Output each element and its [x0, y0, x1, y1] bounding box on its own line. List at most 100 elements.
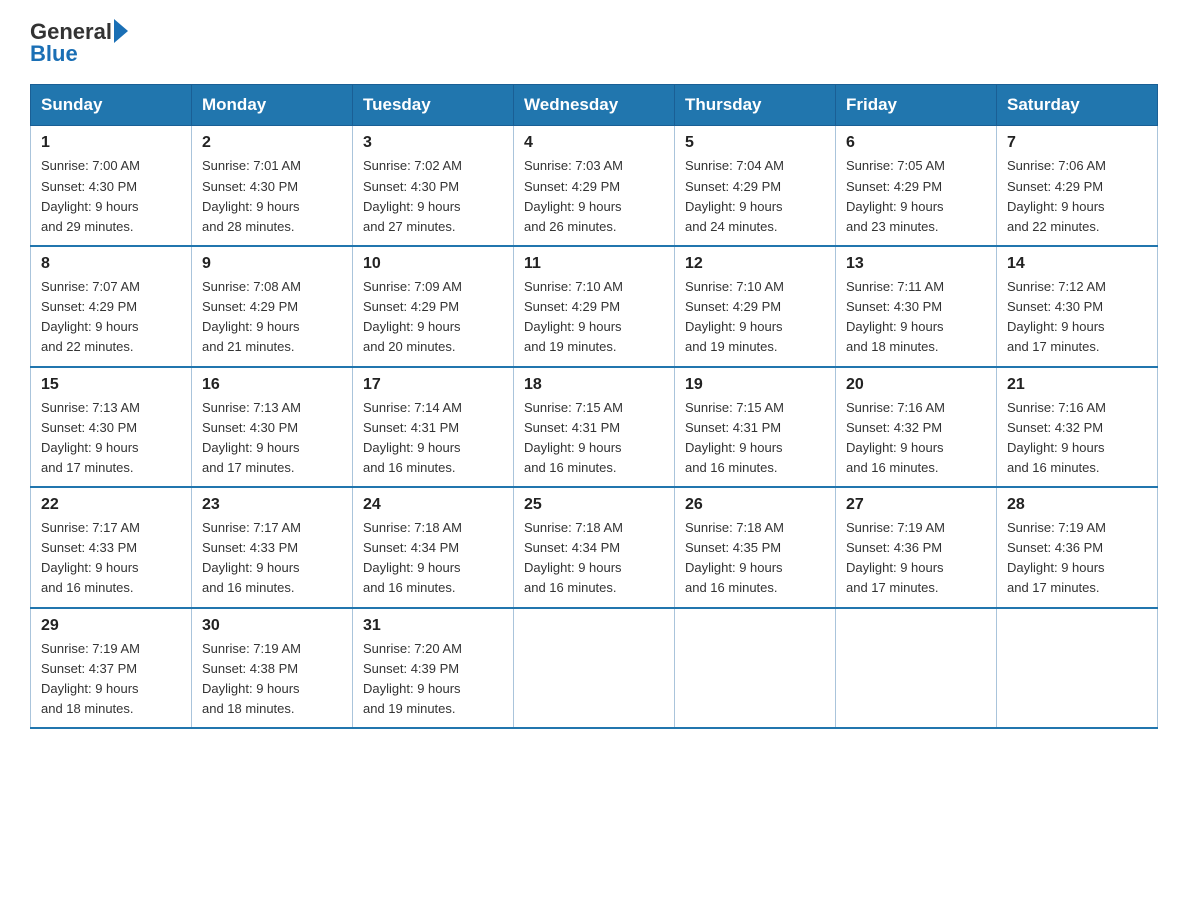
day-number: 19 [685, 376, 825, 394]
day-number: 30 [202, 617, 342, 635]
calendar-day-cell: 23 Sunrise: 7:17 AMSunset: 4:33 PMDaylig… [192, 487, 353, 608]
calendar-day-cell: 26 Sunrise: 7:18 AMSunset: 4:35 PMDaylig… [675, 487, 836, 608]
calendar-day-cell: 29 Sunrise: 7:19 AMSunset: 4:37 PMDaylig… [31, 608, 192, 729]
day-info: Sunrise: 7:16 AMSunset: 4:32 PMDaylight:… [1007, 398, 1147, 479]
day-number: 27 [846, 496, 986, 514]
page-header: General Blue [30, 20, 1158, 66]
calendar-day-cell: 17 Sunrise: 7:14 AMSunset: 4:31 PMDaylig… [353, 367, 514, 488]
day-number: 6 [846, 134, 986, 152]
day-info: Sunrise: 7:01 AMSunset: 4:30 PMDaylight:… [202, 156, 342, 237]
calendar-day-cell [836, 608, 997, 729]
calendar-day-cell: 12 Sunrise: 7:10 AMSunset: 4:29 PMDaylig… [675, 246, 836, 367]
day-info: Sunrise: 7:13 AMSunset: 4:30 PMDaylight:… [41, 398, 181, 479]
day-of-week-header: Monday [192, 85, 353, 126]
calendar-day-cell: 7 Sunrise: 7:06 AMSunset: 4:29 PMDayligh… [997, 126, 1158, 246]
day-number: 10 [363, 255, 503, 273]
day-info: Sunrise: 7:11 AMSunset: 4:30 PMDaylight:… [846, 277, 986, 358]
calendar-day-cell: 8 Sunrise: 7:07 AMSunset: 4:29 PMDayligh… [31, 246, 192, 367]
day-info: Sunrise: 7:06 AMSunset: 4:29 PMDaylight:… [1007, 156, 1147, 237]
calendar-day-cell [997, 608, 1158, 729]
day-number: 26 [685, 496, 825, 514]
day-info: Sunrise: 7:09 AMSunset: 4:29 PMDaylight:… [363, 277, 503, 358]
day-number: 11 [524, 255, 664, 273]
calendar-day-cell: 22 Sunrise: 7:17 AMSunset: 4:33 PMDaylig… [31, 487, 192, 608]
day-info: Sunrise: 7:00 AMSunset: 4:30 PMDaylight:… [41, 156, 181, 237]
day-number: 16 [202, 376, 342, 394]
calendar-day-cell: 24 Sunrise: 7:18 AMSunset: 4:34 PMDaylig… [353, 487, 514, 608]
calendar-day-cell: 5 Sunrise: 7:04 AMSunset: 4:29 PMDayligh… [675, 126, 836, 246]
day-info: Sunrise: 7:19 AMSunset: 4:36 PMDaylight:… [846, 518, 986, 599]
logo-blue-text: Blue [30, 42, 128, 66]
day-number: 21 [1007, 376, 1147, 394]
day-info: Sunrise: 7:15 AMSunset: 4:31 PMDaylight:… [524, 398, 664, 479]
day-number: 20 [846, 376, 986, 394]
day-of-week-header: Friday [836, 85, 997, 126]
calendar-table: SundayMondayTuesdayWednesdayThursdayFrid… [30, 84, 1158, 729]
day-number: 1 [41, 134, 181, 152]
day-number: 18 [524, 376, 664, 394]
calendar-day-cell: 28 Sunrise: 7:19 AMSunset: 4:36 PMDaylig… [997, 487, 1158, 608]
day-info: Sunrise: 7:18 AMSunset: 4:34 PMDaylight:… [363, 518, 503, 599]
calendar-day-cell: 9 Sunrise: 7:08 AMSunset: 4:29 PMDayligh… [192, 246, 353, 367]
day-info: Sunrise: 7:10 AMSunset: 4:29 PMDaylight:… [685, 277, 825, 358]
day-number: 4 [524, 134, 664, 152]
day-number: 5 [685, 134, 825, 152]
calendar-day-cell [514, 608, 675, 729]
day-info: Sunrise: 7:03 AMSunset: 4:29 PMDaylight:… [524, 156, 664, 237]
day-number: 29 [41, 617, 181, 635]
day-info: Sunrise: 7:02 AMSunset: 4:30 PMDaylight:… [363, 156, 503, 237]
day-info: Sunrise: 7:19 AMSunset: 4:36 PMDaylight:… [1007, 518, 1147, 599]
day-number: 13 [846, 255, 986, 273]
day-info: Sunrise: 7:15 AMSunset: 4:31 PMDaylight:… [685, 398, 825, 479]
day-number: 25 [524, 496, 664, 514]
day-info: Sunrise: 7:13 AMSunset: 4:30 PMDaylight:… [202, 398, 342, 479]
calendar-day-cell: 10 Sunrise: 7:09 AMSunset: 4:29 PMDaylig… [353, 246, 514, 367]
day-number: 23 [202, 496, 342, 514]
calendar-day-cell: 25 Sunrise: 7:18 AMSunset: 4:34 PMDaylig… [514, 487, 675, 608]
calendar-header: SundayMondayTuesdayWednesdayThursdayFrid… [31, 85, 1158, 126]
day-info: Sunrise: 7:18 AMSunset: 4:34 PMDaylight:… [524, 518, 664, 599]
day-info: Sunrise: 7:20 AMSunset: 4:39 PMDaylight:… [363, 639, 503, 720]
calendar-day-cell: 13 Sunrise: 7:11 AMSunset: 4:30 PMDaylig… [836, 246, 997, 367]
day-info: Sunrise: 7:14 AMSunset: 4:31 PMDaylight:… [363, 398, 503, 479]
day-number: 14 [1007, 255, 1147, 273]
day-info: Sunrise: 7:19 AMSunset: 4:37 PMDaylight:… [41, 639, 181, 720]
calendar-day-cell: 11 Sunrise: 7:10 AMSunset: 4:29 PMDaylig… [514, 246, 675, 367]
calendar-day-cell: 3 Sunrise: 7:02 AMSunset: 4:30 PMDayligh… [353, 126, 514, 246]
day-info: Sunrise: 7:05 AMSunset: 4:29 PMDaylight:… [846, 156, 986, 237]
calendar-day-cell: 2 Sunrise: 7:01 AMSunset: 4:30 PMDayligh… [192, 126, 353, 246]
calendar-day-cell: 21 Sunrise: 7:16 AMSunset: 4:32 PMDaylig… [997, 367, 1158, 488]
calendar-week-row: 1 Sunrise: 7:00 AMSunset: 4:30 PMDayligh… [31, 126, 1158, 246]
calendar-day-cell: 16 Sunrise: 7:13 AMSunset: 4:30 PMDaylig… [192, 367, 353, 488]
calendar-day-cell: 18 Sunrise: 7:15 AMSunset: 4:31 PMDaylig… [514, 367, 675, 488]
calendar-day-cell: 1 Sunrise: 7:00 AMSunset: 4:30 PMDayligh… [31, 126, 192, 246]
day-info: Sunrise: 7:17 AMSunset: 4:33 PMDaylight:… [41, 518, 181, 599]
calendar-week-row: 22 Sunrise: 7:17 AMSunset: 4:33 PMDaylig… [31, 487, 1158, 608]
calendar-week-row: 29 Sunrise: 7:19 AMSunset: 4:37 PMDaylig… [31, 608, 1158, 729]
day-number: 12 [685, 255, 825, 273]
day-info: Sunrise: 7:10 AMSunset: 4:29 PMDaylight:… [524, 277, 664, 358]
day-info: Sunrise: 7:18 AMSunset: 4:35 PMDaylight:… [685, 518, 825, 599]
calendar-day-cell: 19 Sunrise: 7:15 AMSunset: 4:31 PMDaylig… [675, 367, 836, 488]
day-number: 31 [363, 617, 503, 635]
calendar-day-cell: 30 Sunrise: 7:19 AMSunset: 4:38 PMDaylig… [192, 608, 353, 729]
calendar-day-cell: 6 Sunrise: 7:05 AMSunset: 4:29 PMDayligh… [836, 126, 997, 246]
calendar-week-row: 15 Sunrise: 7:13 AMSunset: 4:30 PMDaylig… [31, 367, 1158, 488]
logo: General Blue [30, 20, 128, 66]
day-number: 2 [202, 134, 342, 152]
day-info: Sunrise: 7:19 AMSunset: 4:38 PMDaylight:… [202, 639, 342, 720]
calendar-body: 1 Sunrise: 7:00 AMSunset: 4:30 PMDayligh… [31, 126, 1158, 728]
day-info: Sunrise: 7:04 AMSunset: 4:29 PMDaylight:… [685, 156, 825, 237]
day-number: 8 [41, 255, 181, 273]
calendar-day-cell: 31 Sunrise: 7:20 AMSunset: 4:39 PMDaylig… [353, 608, 514, 729]
day-of-week-header: Thursday [675, 85, 836, 126]
day-number: 17 [363, 376, 503, 394]
day-number: 22 [41, 496, 181, 514]
day-info: Sunrise: 7:08 AMSunset: 4:29 PMDaylight:… [202, 277, 342, 358]
day-info: Sunrise: 7:17 AMSunset: 4:33 PMDaylight:… [202, 518, 342, 599]
calendar-day-cell: 4 Sunrise: 7:03 AMSunset: 4:29 PMDayligh… [514, 126, 675, 246]
day-info: Sunrise: 7:12 AMSunset: 4:30 PMDaylight:… [1007, 277, 1147, 358]
day-number: 9 [202, 255, 342, 273]
day-of-week-header: Tuesday [353, 85, 514, 126]
day-number: 3 [363, 134, 503, 152]
